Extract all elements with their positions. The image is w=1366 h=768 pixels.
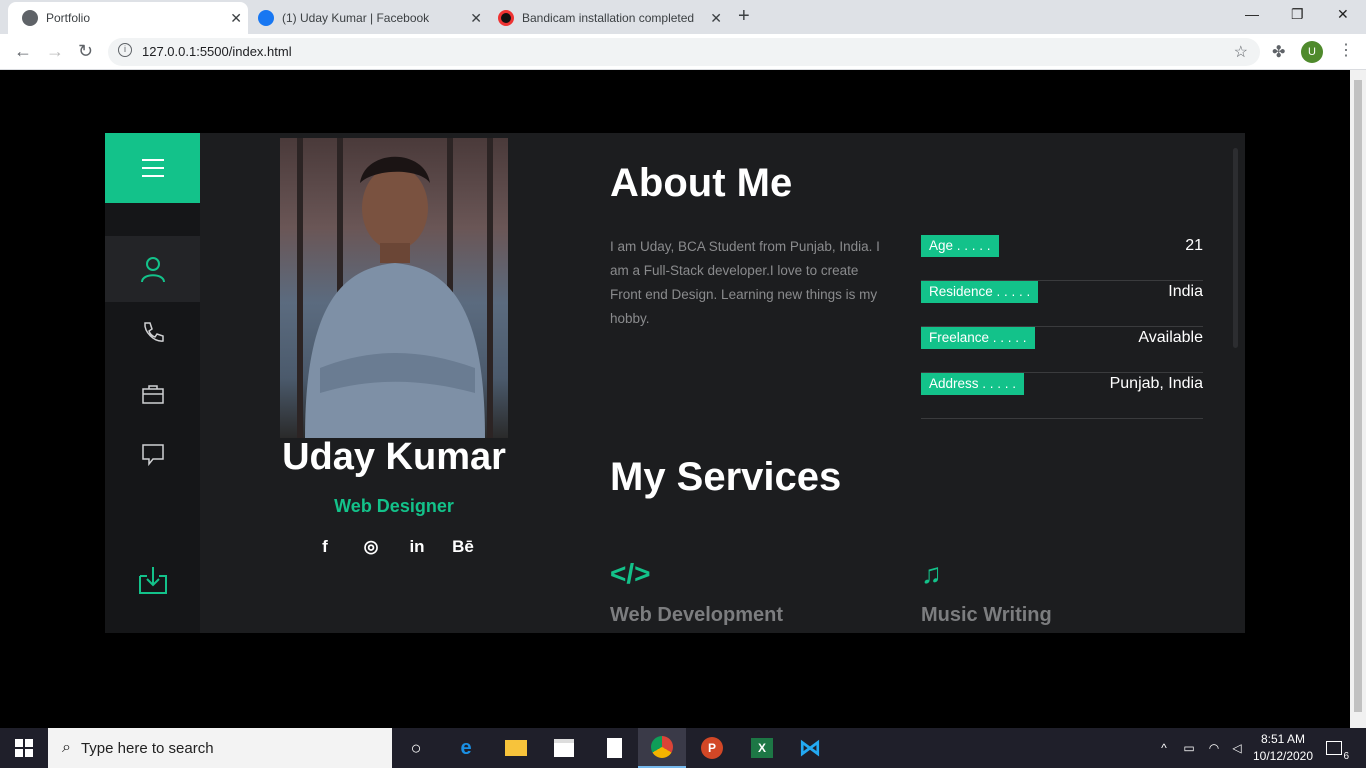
new-tab-icon[interactable]: + — [738, 5, 750, 28]
globe-icon — [22, 10, 38, 26]
windows-logo-icon — [15, 739, 33, 757]
sidebar-item-portfolio[interactable] — [105, 361, 200, 427]
portfolio-card: Uday Kumar Web Designer f ◎ in Bē About … — [105, 133, 1245, 633]
profile-avatar[interactable]: U — [1301, 41, 1323, 63]
service-music-writing: ♫ Music Writing — [921, 558, 1052, 626]
profile-name: Uday Kumar — [282, 436, 506, 478]
info-icon[interactable]: i — [118, 43, 132, 57]
phone-icon — [143, 322, 164, 342]
store-icon[interactable] — [546, 728, 582, 768]
info-value: 21 — [1185, 237, 1203, 254]
info-label: Address . . . . . — [921, 373, 1025, 395]
chrome-icon[interactable] — [638, 728, 686, 768]
linkedin-link-icon[interactable]: in — [402, 537, 432, 557]
info-label: Residence . . . . . — [921, 281, 1039, 303]
service-title: Music Writing — [921, 604, 1052, 626]
address-bar[interactable]: i 127.0.0.1:5500/index.html ☆ — [108, 38, 1260, 66]
powerpoint-icon[interactable]: P — [694, 728, 730, 768]
page-scrollbar[interactable] — [1350, 70, 1366, 728]
info-row-residence: Residence . . . . . India — [921, 281, 1203, 327]
sidebar-item-contact[interactable] — [105, 300, 200, 366]
facebook-icon — [258, 10, 274, 26]
volume-icon[interactable]: ◁ — [1228, 728, 1246, 768]
info-row-freelance: Freelance . . . . . Available — [921, 327, 1203, 373]
notification-count: 6 — [1343, 751, 1349, 762]
document-icon[interactable] — [596, 728, 632, 768]
user-icon — [140, 257, 165, 283]
battery-icon[interactable]: ▭ — [1180, 728, 1198, 768]
sidebar-item-download[interactable] — [105, 547, 200, 613]
info-value: Available — [1138, 329, 1203, 346]
service-title: Web Development — [610, 604, 783, 626]
close-window-icon[interactable]: ✕ — [1337, 6, 1349, 23]
restore-icon[interactable]: ❐ — [1291, 6, 1304, 23]
scrollbar-thumb[interactable] — [1354, 80, 1362, 712]
browser-toolbar: ← → ↻ i 127.0.0.1:5500/index.html ☆ — [0, 34, 1366, 70]
sidebar — [105, 133, 200, 633]
chat-icon — [141, 444, 164, 467]
url-text: 127.0.0.1:5500/index.html — [142, 44, 292, 59]
dribbble-link-icon[interactable]: ◎ — [356, 537, 386, 557]
show-hidden-icons-icon[interactable]: ^ — [1156, 728, 1172, 768]
sidebar-item-about[interactable] — [105, 236, 200, 302]
info-label: Age . . . . . — [921, 235, 999, 257]
download-icon — [138, 567, 167, 594]
tab-facebook[interactable]: (1) Uday Kumar | Facebook ✕ — [248, 2, 488, 34]
start-button[interactable] — [0, 728, 48, 768]
menu-icon[interactable]: ⋮ — [1338, 40, 1354, 60]
music-icon: ♫ — [921, 558, 942, 589]
taskbar: ⌕ Type here to search ○ e P X ⋈ ^ ▭ ◠ ◁ … — [0, 728, 1366, 768]
extensions-icon[interactable]: ✤ — [1272, 42, 1285, 62]
profile-photo — [280, 138, 508, 438]
edge-icon[interactable]: e — [448, 728, 484, 768]
file-explorer-icon[interactable] — [498, 728, 534, 768]
info-value: India — [1168, 283, 1203, 300]
close-tab-icon[interactable]: ✕ — [470, 10, 482, 27]
code-icon: </> — [610, 558, 651, 589]
tab-portfolio[interactable]: Portfolio ✕ — [8, 2, 248, 34]
info-row-address: Address . . . . . Punjab, India — [921, 373, 1203, 419]
profile-role: Web Designer — [334, 496, 454, 516]
briefcase-icon — [141, 385, 164, 404]
vscode-icon[interactable]: ⋈ — [792, 728, 828, 768]
back-icon[interactable]: ← — [14, 41, 32, 62]
clock[interactable]: 8:51 AM 10/12/2020 — [1250, 731, 1316, 765]
search-icon: ⌕ — [62, 739, 71, 756]
tab-label: (1) Uday Kumar | Facebook — [282, 11, 430, 25]
clock-time: 8:51 AM — [1260, 732, 1306, 746]
behance-link-icon[interactable]: Bē — [448, 537, 478, 557]
tab-bandicam[interactable]: Bandicam installation completed ✕ — [488, 2, 728, 34]
tab-label: Portfolio — [46, 11, 91, 25]
close-tab-icon[interactable]: ✕ — [230, 10, 242, 27]
about-heading: About Me — [610, 161, 793, 205]
browser-tab-strip: Portfolio ✕ (1) Uday Kumar | Facebook ✕ … — [0, 0, 1366, 34]
tab-label: Bandicam installation completed — [522, 11, 695, 25]
reload-icon[interactable]: ↻ — [78, 41, 93, 62]
profile-photo-figure — [297, 138, 493, 438]
minimize-icon[interactable]: — — [1245, 6, 1259, 22]
hamburger-menu-button[interactable] — [105, 133, 200, 203]
service-web-development: </> Web Development — [610, 558, 783, 626]
info-label: Freelance . . . . . — [921, 327, 1035, 349]
services-heading: My Services — [610, 455, 842, 499]
sidebar-item-messages[interactable] — [105, 421, 200, 487]
clock-date: 10/12/2020 — [1252, 749, 1314, 763]
forward-icon[interactable]: → — [46, 41, 64, 62]
taskbar-search[interactable]: ⌕ Type here to search — [48, 728, 392, 768]
excel-icon[interactable]: X — [744, 728, 780, 768]
cortana-icon[interactable]: ○ — [398, 728, 434, 768]
content-scrollbar[interactable] — [1233, 148, 1238, 348]
info-value: Punjab, India — [1109, 375, 1203, 392]
facebook-link-icon[interactable]: f — [310, 537, 340, 557]
notifications-icon[interactable]: 6 — [1322, 728, 1349, 768]
about-text: I am Uday, BCA Student from Punjab, Indi… — [610, 239, 880, 326]
close-tab-icon[interactable]: ✕ — [710, 10, 722, 27]
record-icon — [498, 10, 514, 26]
info-row-age: Age . . . . . 21 — [921, 235, 1203, 281]
bookmark-star-icon[interactable]: ☆ — [1234, 42, 1248, 62]
wifi-icon[interactable]: ◠ — [1205, 728, 1223, 768]
search-placeholder: Type here to search — [80, 739, 214, 757]
social-links: f ◎ in Bē — [310, 537, 478, 557]
